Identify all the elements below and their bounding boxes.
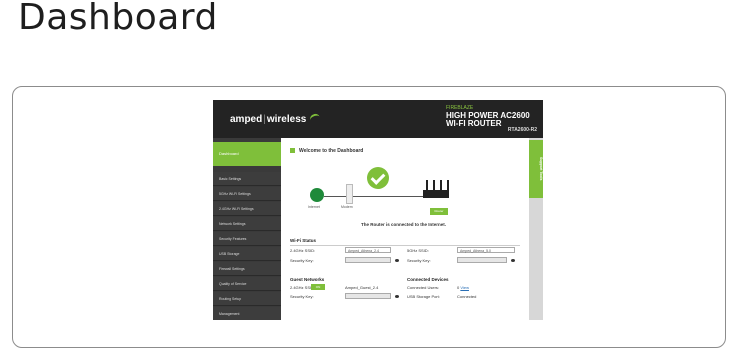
view-users-link[interactable]: View	[460, 285, 469, 290]
show-password-icon[interactable]	[511, 259, 515, 262]
logo-swoosh-icon	[308, 112, 322, 125]
security-key-label: Security Key:	[290, 258, 314, 263]
model-number: RTA2600-R2	[507, 127, 537, 133]
guest-key-label: Security Key:	[290, 294, 314, 299]
connected-devices-title: Connected Devices	[407, 277, 449, 282]
brand-logo: amped|wireless	[230, 114, 307, 125]
ssid24-field[interactable]: Amped_Athena_2.4	[345, 247, 391, 253]
connected-users-label: Connected Users:	[407, 285, 440, 290]
connected-check-icon	[367, 167, 389, 189]
modem-label: Modem	[341, 205, 353, 209]
security-key-label-5g: Security Key:	[407, 258, 431, 263]
ssid5-field[interactable]: Amped_Athena_5.0	[457, 247, 515, 253]
sidebar-item-network-settings[interactable]: Network Settings	[213, 217, 281, 231]
sidebar-item-routing[interactable]: Routing Setup	[213, 292, 281, 306]
router-dashboard-screenshot: amped|wireless FIREBLAZE HIGH POWER AC26…	[213, 100, 543, 320]
sidebar-item-24ghz-wifi[interactable]: 2.4GHz Wi-Fi Settings	[213, 202, 281, 216]
main-content: Welcome to the Dashboard Internet Modem …	[281, 138, 529, 320]
support-tools-tab[interactable]: Support Tools	[529, 140, 543, 198]
sidebar-item-qos[interactable]: Quality of Service	[213, 277, 281, 291]
sidebar-item-5ghz-wifi[interactable]: 5GHz Wi-Fi Settings	[213, 187, 281, 201]
show-password-icon[interactable]	[395, 295, 399, 298]
connection-line	[353, 196, 423, 197]
security-key-field[interactable]	[345, 257, 391, 263]
page-title: Dashboard	[18, 0, 218, 38]
connection-line	[324, 196, 346, 197]
router-button[interactable]: Router	[430, 208, 448, 215]
sidebar-item-management[interactable]: Management	[213, 307, 281, 320]
internet-globe-icon	[310, 188, 324, 202]
show-password-icon[interactable]	[395, 259, 399, 262]
divider	[290, 245, 520, 246]
connected-users-value: 0 View	[457, 285, 469, 290]
welcome-heading: Welcome to the Dashboard	[290, 148, 363, 154]
guest-toggle[interactable]: ON	[311, 284, 325, 290]
sidebar-item-usb-storage[interactable]: USB Storage	[213, 247, 281, 261]
internet-label: Internet	[308, 205, 320, 209]
router-icon	[423, 190, 449, 198]
usb-port-label: USB Storage Port:	[407, 294, 440, 299]
sidebar-item-dashboard[interactable]: Dashboard	[213, 142, 281, 166]
sidebar-item-firewall[interactable]: Firewall Settings	[213, 262, 281, 276]
sidebar-item-basic-settings[interactable]: Basic Settings	[213, 172, 281, 186]
security-key-field-5g[interactable]	[457, 257, 507, 263]
modem-icon	[346, 184, 353, 204]
wifi-status-title: Wi-Fi Status	[290, 238, 316, 243]
brand-name: amped	[230, 114, 263, 125]
product-name-line2: WI-FI ROUTER	[446, 119, 502, 128]
ssid24-label: 2.4GHz SSID:	[290, 248, 316, 253]
guest-networks-title: Guest Networks	[290, 277, 325, 282]
sidebar-item-security-features[interactable]: Security Features	[213, 232, 281, 246]
router-header: amped|wireless FIREBLAZE HIGH POWER AC26…	[213, 100, 543, 138]
brand-name-2: wireless	[266, 114, 307, 125]
guest-key-field[interactable]	[345, 293, 391, 299]
usb-port-value: Connected	[457, 294, 477, 299]
connection-status: The Router is connected to the Internet.	[361, 222, 447, 227]
ssid5-label: 5GHz SSID:	[407, 248, 429, 253]
guest-ssid-value: Amped_Guest_2.4	[345, 285, 379, 290]
